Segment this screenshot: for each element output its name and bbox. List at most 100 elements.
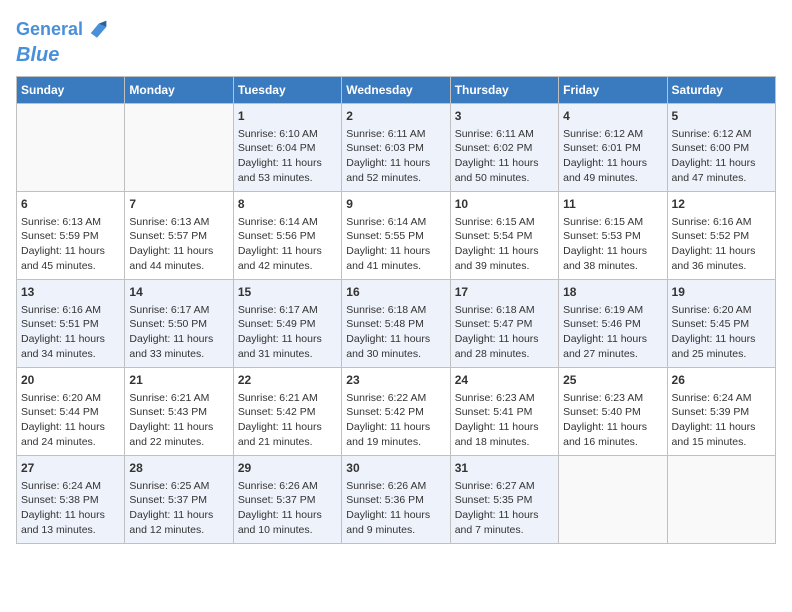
day-info: Daylight: 11 hours and 10 minutes. <box>238 508 337 537</box>
day-info: Daylight: 11 hours and 9 minutes. <box>346 508 445 537</box>
day-number: 14 <box>129 284 228 301</box>
day-info: Sunrise: 6:17 AM <box>129 303 228 318</box>
calendar-cell: 14 Sunrise: 6:17 AMSunset: 5:50 PMDayligh… <box>125 280 233 368</box>
day-info: Daylight: 11 hours and 28 minutes. <box>455 332 554 361</box>
day-info: Daylight: 11 hours and 38 minutes. <box>563 244 662 273</box>
day-info: Daylight: 11 hours and 34 minutes. <box>21 332 120 361</box>
day-info: Sunrise: 6:16 AM <box>672 215 771 230</box>
day-info: Sunset: 5:52 PM <box>672 229 771 244</box>
logo-bird-icon <box>83 16 111 44</box>
calendar-cell: 19Sunrise: 6:20 AMSunset: 5:45 PMDayligh… <box>667 280 775 368</box>
day-info: Sunset: 5:49 PM <box>238 317 337 332</box>
day-number: 17 <box>455 284 554 301</box>
calendar-cell: 29Sunrise: 6:26 AMSunset: 5:37 PMDayligh… <box>233 456 341 544</box>
day-info: Sunrise: 6:23 AM <box>563 391 662 406</box>
calendar-cell: 12 Sunrise: 6:16 AMSunset: 5:52 PMDayligh… <box>667 192 775 280</box>
calendar-cell: 28Sunrise: 6:25 AMSunset: 5:37 PMDayligh… <box>125 456 233 544</box>
day-info: Sunset: 5:42 PM <box>346 405 445 420</box>
page-header: General Blue <box>16 16 776 66</box>
day-header-tuesday: Tuesday <box>233 77 341 104</box>
day-info: Daylight: 11 hours and 50 minutes. <box>455 156 554 185</box>
day-info: Sunrise: 6:15 AM <box>563 215 662 230</box>
day-info: Daylight: 11 hours and 33 minutes. <box>129 332 228 361</box>
day-info: Sunrise: 6:21 AM <box>129 391 228 406</box>
day-info: Sunset: 5:50 PM <box>129 317 228 332</box>
day-info: Daylight: 11 hours and 45 minutes. <box>21 244 120 273</box>
day-info: Sunset: 5:53 PM <box>563 229 662 244</box>
calendar-cell: 26 Sunrise: 6:24 AMSunset: 5:39 PMDayligh… <box>667 368 775 456</box>
day-number: 23 <box>346 372 445 389</box>
calendar-cell: 22Sunrise: 6:21 AMSunset: 5:42 PMDayligh… <box>233 368 341 456</box>
calendar-cell: 16Sunrise: 6:18 AMSunset: 5:48 PMDayligh… <box>342 280 450 368</box>
day-info: Daylight: 11 hours and 44 minutes. <box>129 244 228 273</box>
day-info: Daylight: 11 hours and 30 minutes. <box>346 332 445 361</box>
day-info: Sunrise: 6:18 AM <box>455 303 554 318</box>
day-info: Sunrise: 6:19 AM <box>563 303 662 318</box>
day-number: 12 <box>672 196 771 213</box>
calendar-cell: 9Sunrise: 6:14 AMSunset: 5:55 PMDaylight… <box>342 192 450 280</box>
day-info: Sunset: 5:42 PM <box>238 405 337 420</box>
day-info: Sunset: 5:36 PM <box>346 493 445 508</box>
day-info: Daylight: 11 hours and 39 minutes. <box>455 244 554 273</box>
calendar-cell: 30Sunrise: 6:26 AMSunset: 5:36 PMDayligh… <box>342 456 450 544</box>
day-number: 26 <box>672 372 771 389</box>
day-info: Sunset: 6:00 PM <box>672 141 771 156</box>
day-info: Daylight: 11 hours and 49 minutes. <box>563 156 662 185</box>
calendar-cell: 8Sunrise: 6:14 AMSunset: 5:56 PMDaylight… <box>233 192 341 280</box>
day-info: Sunset: 5:35 PM <box>455 493 554 508</box>
day-info: Sunset: 5:37 PM <box>129 493 228 508</box>
day-number: 29 <box>238 460 337 477</box>
calendar-cell: 24Sunrise: 6:23 AMSunset: 5:41 PMDayligh… <box>450 368 558 456</box>
calendar-cell: 10Sunrise: 6:15 AMSunset: 5:54 PMDayligh… <box>450 192 558 280</box>
day-number: 20 <box>21 372 120 389</box>
calendar-cell: 18Sunrise: 6:19 AMSunset: 5:46 PMDayligh… <box>559 280 667 368</box>
day-info: Sunrise: 6:24 AM <box>672 391 771 406</box>
day-info: Daylight: 11 hours and 16 minutes. <box>563 420 662 449</box>
day-info: Sunrise: 6:20 AM <box>672 303 771 318</box>
day-info: Sunset: 5:46 PM <box>563 317 662 332</box>
logo-text: General <box>16 20 83 40</box>
day-info: Daylight: 11 hours and 15 minutes. <box>672 420 771 449</box>
day-info: Sunrise: 6:13 AM <box>21 215 120 230</box>
logo: General Blue <box>16 16 111 66</box>
day-number: 25 <box>563 372 662 389</box>
calendar-cell: 1Sunrise: 6:10 AMSunset: 6:04 PMDaylight… <box>233 104 341 192</box>
calendar-cell: 15Sunrise: 6:17 AMSunset: 5:49 PMDayligh… <box>233 280 341 368</box>
day-info: Sunset: 5:41 PM <box>455 405 554 420</box>
day-number: 22 <box>238 372 337 389</box>
day-info: Sunrise: 6:11 AM <box>346 127 445 142</box>
day-info: Sunset: 5:55 PM <box>346 229 445 244</box>
calendar-cell: 13Sunrise: 6:16 AMSunset: 5:51 PMDayligh… <box>17 280 125 368</box>
day-info: Sunset: 5:39 PM <box>672 405 771 420</box>
day-info: Daylight: 11 hours and 41 minutes. <box>346 244 445 273</box>
day-info: Sunset: 5:43 PM <box>129 405 228 420</box>
day-info: Sunset: 5:59 PM <box>21 229 120 244</box>
day-info: Sunset: 5:51 PM <box>21 317 120 332</box>
day-info: Sunrise: 6:12 AM <box>563 127 662 142</box>
calendar-cell: 23Sunrise: 6:22 AMSunset: 5:42 PMDayligh… <box>342 368 450 456</box>
day-info: Sunset: 5:57 PM <box>129 229 228 244</box>
day-number: 13 <box>21 284 120 301</box>
day-info: Sunrise: 6:23 AM <box>455 391 554 406</box>
day-info: Sunrise: 6:14 AM <box>238 215 337 230</box>
day-info: Sunrise: 6:21 AM <box>238 391 337 406</box>
logo-blue-text: Blue <box>16 44 59 66</box>
day-info: Sunrise: 6:20 AM <box>21 391 120 406</box>
day-number: 7 <box>129 196 228 213</box>
calendar-body: 1Sunrise: 6:10 AMSunset: 6:04 PMDaylight… <box>17 104 776 544</box>
day-number: 19 <box>672 284 771 301</box>
day-info: Daylight: 11 hours and 27 minutes. <box>563 332 662 361</box>
day-number: 27 <box>21 460 120 477</box>
day-header-monday: Monday <box>125 77 233 104</box>
day-info: Sunset: 5:40 PM <box>563 405 662 420</box>
calendar-cell: 17Sunrise: 6:18 AMSunset: 5:47 PMDayligh… <box>450 280 558 368</box>
day-info: Sunrise: 6:17 AM <box>238 303 337 318</box>
day-info: Daylight: 11 hours and 36 minutes. <box>672 244 771 273</box>
day-info: Daylight: 11 hours and 31 minutes. <box>238 332 337 361</box>
calendar-week-4: 20Sunrise: 6:20 AMSunset: 5:44 PMDayligh… <box>17 368 776 456</box>
day-info: Sunset: 5:54 PM <box>455 229 554 244</box>
day-header-friday: Friday <box>559 77 667 104</box>
day-info: Daylight: 11 hours and 42 minutes. <box>238 244 337 273</box>
calendar-week-2: 6Sunrise: 6:13 AMSunset: 5:59 PMDaylight… <box>17 192 776 280</box>
day-info: Daylight: 11 hours and 53 minutes. <box>238 156 337 185</box>
